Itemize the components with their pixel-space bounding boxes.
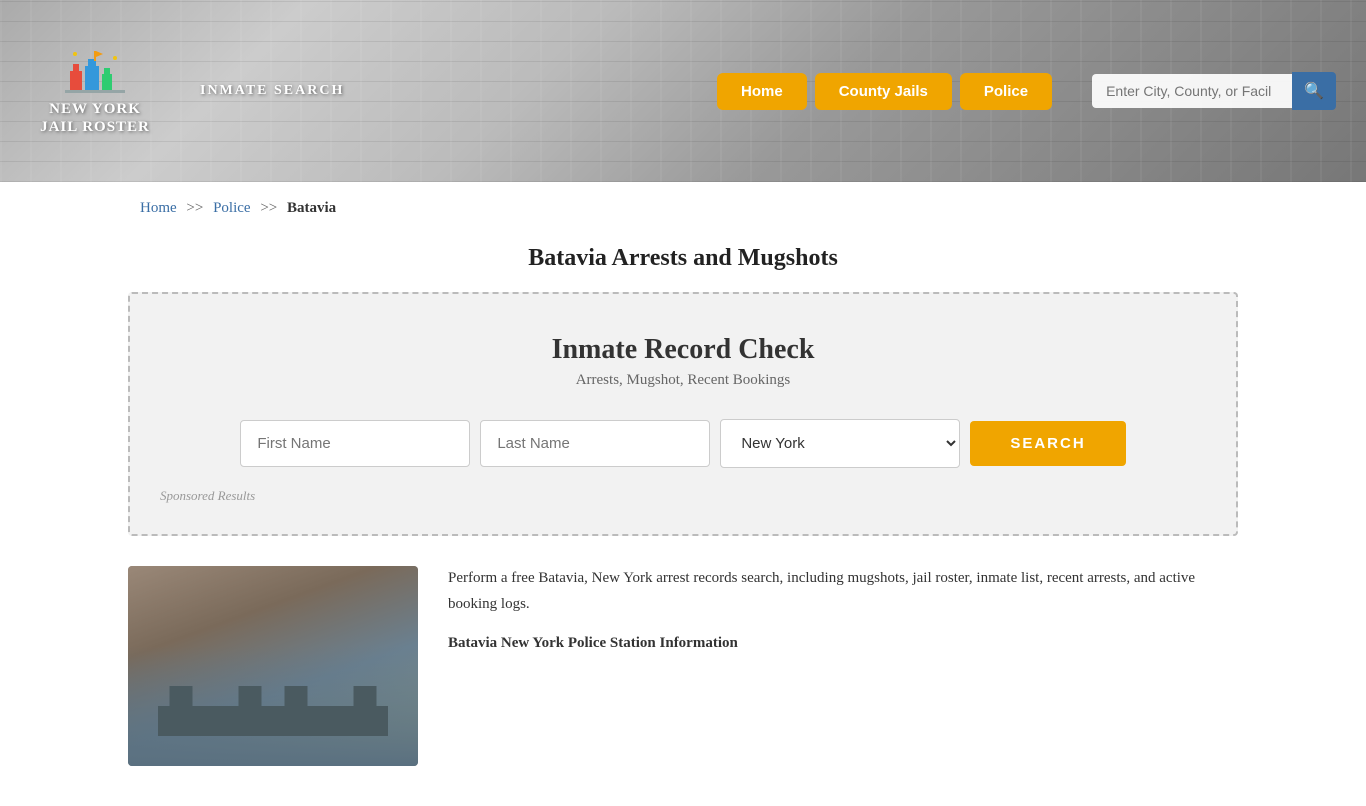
- breadcrumb-home-link[interactable]: Home: [140, 200, 177, 216]
- content-sub-heading: Batavia New York Police Station Informat…: [448, 631, 1238, 657]
- inmate-search-label: INMATE SEARCH: [200, 83, 344, 99]
- header-search: 🔍: [1092, 72, 1336, 110]
- logo-svg: [65, 46, 125, 96]
- last-name-input[interactable]: [480, 420, 710, 467]
- record-search-button[interactable]: SEARCH: [970, 421, 1125, 466]
- nav-police-button[interactable]: Police: [960, 73, 1052, 110]
- main-nav: Home County Jails Police: [717, 73, 1052, 110]
- breadcrumb: Home >> Police >> Batavia: [0, 182, 1366, 235]
- state-select[interactable]: AlabamaAlaskaArizonaArkansasCaliforniaCo…: [720, 419, 960, 468]
- logo-icon: [65, 46, 125, 96]
- header-search-button[interactable]: 🔍: [1292, 72, 1336, 110]
- record-check-subtitle: Arrests, Mugshot, Recent Bookings: [160, 372, 1206, 389]
- first-name-input[interactable]: [240, 420, 470, 467]
- sponsored-label: Sponsored Results: [160, 488, 1206, 504]
- logo-text: NEW YORK JAIL ROSTER: [40, 100, 150, 136]
- content-description: Perform a free Batavia, New York arrest …: [448, 566, 1238, 617]
- content-image: [128, 566, 418, 766]
- record-check-title: Inmate Record Check: [160, 334, 1206, 366]
- logo-area: NEW YORK JAIL ROSTER: [30, 46, 160, 136]
- page-title: Batavia Arrests and Mugshots: [0, 245, 1366, 272]
- nav-home-button[interactable]: Home: [717, 73, 807, 110]
- content-area: Perform a free Batavia, New York arrest …: [128, 566, 1238, 806]
- record-check-form: AlabamaAlaskaArizonaArkansasCaliforniaCo…: [160, 419, 1206, 468]
- image-placeholder: [128, 566, 418, 766]
- nav-county-jails-button[interactable]: County Jails: [815, 73, 952, 110]
- breadcrumb-separator-2: >>: [260, 200, 277, 216]
- site-header: NEW YORK JAIL ROSTER INMATE SEARCH Home …: [0, 0, 1366, 182]
- content-text: Perform a free Batavia, New York arrest …: [448, 566, 1238, 766]
- breadcrumb-separator-1: >>: [186, 200, 203, 216]
- breadcrumb-police-link[interactable]: Police: [213, 200, 251, 216]
- header-search-input[interactable]: [1092, 74, 1292, 108]
- breadcrumb-current: Batavia: [287, 200, 336, 216]
- castle-decoration: [148, 656, 398, 736]
- record-check-box: Inmate Record Check Arrests, Mugshot, Re…: [128, 292, 1238, 536]
- search-icon: 🔍: [1304, 83, 1324, 100]
